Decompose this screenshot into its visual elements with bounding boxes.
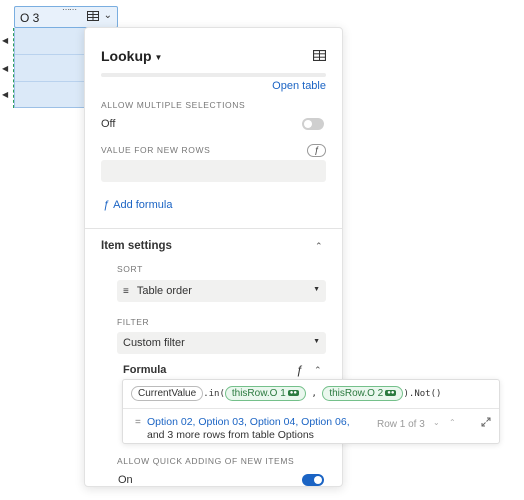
formula-label: Formula (123, 364, 167, 376)
row-arrow-icon[interactable]: ◀ (2, 90, 8, 99)
filter-label: FILTER (117, 317, 150, 327)
column-type-dropdown[interactable]: Lookup ▼ (101, 48, 162, 64)
divider (85, 228, 342, 229)
formula-icon: ƒ (103, 199, 110, 211)
divider (123, 408, 499, 409)
formula-editor[interactable]: CurrentValue .in(thisRow.O 1 ●● , thisRow.… (122, 379, 500, 444)
add-formula-link[interactable]: ƒ Add formula (103, 199, 172, 211)
result-link[interactable]: Option 02 (147, 416, 193, 428)
open-table-link[interactable]: Open table (272, 80, 326, 92)
expand-icon[interactable] (481, 417, 491, 427)
result-link[interactable]: Option 04 (250, 416, 296, 428)
column-header-label: O 3 (20, 11, 40, 25)
list-order-icon: ≡ (123, 286, 129, 297)
chevron-up-icon[interactable]: ⌃ (314, 365, 322, 376)
in-call: .in( (203, 389, 225, 399)
quick-add-value: On (118, 474, 133, 486)
drag-handle-icon[interactable]: ⋯⋯ (62, 6, 77, 14)
arg1-token: thisRow.O 1 ●● (224, 386, 307, 401)
arg2-token: thisRow.O 2 ●● (322, 386, 404, 401)
formula-code[interactable]: CurrentValue .in(thisRow.O 1 ●● , thisRow.… (131, 386, 441, 401)
result-link[interactable]: Option 06 (301, 416, 347, 428)
column-type-label: Lookup (101, 48, 152, 64)
table-icon (87, 11, 99, 21)
filter-select[interactable]: Custom filter ▼ (117, 332, 326, 354)
allow-multiple-value: Off (101, 118, 116, 130)
allow-multiple-label: ALLOW MULTIPLE SELECTIONS (101, 100, 246, 110)
column-tag-icon: ●● (287, 390, 300, 397)
chevron-up-icon[interactable]: ⌃ (315, 241, 323, 252)
item-settings-heading: Item settings (101, 240, 172, 252)
not-call: ).Not() (403, 389, 442, 399)
result-link[interactable]: Option 03 (198, 416, 244, 428)
current-value-token: CurrentValue (131, 386, 204, 401)
row-arrow-icon[interactable]: ◀ (2, 36, 8, 45)
chevron-down-icon[interactable]: ⌄ (104, 10, 112, 21)
column-header[interactable]: ⋯⋯ O 3 ⌄ (14, 6, 118, 28)
row-handle-column: ◀ ◀ ◀ (0, 28, 14, 108)
comma: , (311, 389, 317, 399)
chevron-up-icon[interactable]: ⌃ (449, 418, 456, 427)
chevron-down-icon[interactable]: ⌄ (433, 418, 440, 427)
table-selector-strip[interactable] (101, 73, 326, 77)
sort-select[interactable]: ≡ Table order ▼ (117, 280, 326, 302)
table-icon[interactable] (313, 50, 326, 61)
quick-add-label: ALLOW QUICK ADDING OF NEW ITEMS (117, 456, 295, 466)
caret-down-icon: ▼ (154, 52, 163, 62)
formula-icon[interactable]: ƒ (296, 363, 303, 377)
column-tag-icon: ●● (385, 390, 397, 397)
result-list: Option 02, Option 03, Option 04, Option … (147, 416, 350, 428)
formula-icon[interactable]: ƒ (307, 144, 326, 157)
new-rows-value-input[interactable] (101, 160, 326, 182)
caret-down-icon: ▼ (313, 338, 320, 345)
sort-label: SORT (117, 264, 143, 274)
equals-icon: = (135, 417, 141, 428)
allow-multiple-toggle[interactable] (302, 118, 324, 130)
new-rows-label: VALUE FOR NEW ROWS (101, 145, 211, 155)
caret-down-icon: ▼ (313, 286, 320, 293)
row-arrow-icon[interactable]: ◀ (2, 64, 8, 73)
row-indicator: Row 1 of 3 (377, 419, 425, 430)
result-more-text: and 3 more rows from table Options (147, 429, 314, 441)
quick-add-toggle[interactable] (302, 474, 324, 486)
